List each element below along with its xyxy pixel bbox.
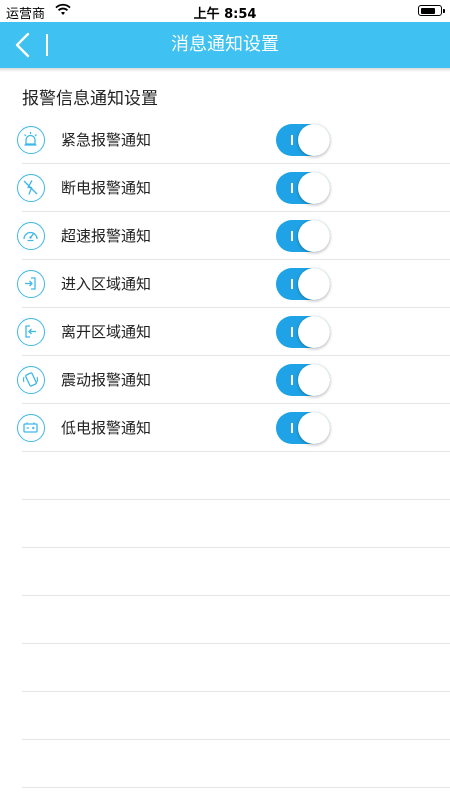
divider <box>0 596 450 644</box>
low-battery-alarm-toggle[interactable] <box>276 412 330 444</box>
list-item-power-off-alarm: 断电报警通知 <box>0 164 450 212</box>
nav-shadow <box>0 68 450 72</box>
list-item-enter-area: 进入区域通知 <box>0 260 450 308</box>
list-item-label: 紧急报警通知 <box>61 131 152 149</box>
list-item-overspeed-alarm: 超速报警通知 <box>0 212 450 260</box>
list-item-low-battery-alarm: 低电报警通知 <box>0 404 450 452</box>
vibration-icon <box>17 366 45 394</box>
list-item-exit-area: 离开区域通知 <box>0 308 450 356</box>
vibration-alarm-toggle[interactable] <box>276 364 330 396</box>
section-title: 报警信息通知设置 <box>22 89 158 109</box>
list-item-label: 超速报警通知 <box>61 227 152 245</box>
empty-rows <box>0 452 450 788</box>
emergency-alarm-toggle[interactable] <box>276 124 330 156</box>
divider <box>0 452 450 500</box>
divider <box>0 692 450 740</box>
enter-area-toggle[interactable] <box>276 268 330 300</box>
overspeed-alarm-toggle[interactable] <box>276 220 330 252</box>
list-item-vibration-alarm: 震动报警通知 <box>0 356 450 404</box>
divider <box>0 740 450 788</box>
nav-bar: 消息通知设置 <box>0 22 450 68</box>
page-title: 消息通知设置 <box>171 34 279 55</box>
list-item-label: 低电报警通知 <box>61 419 152 437</box>
enter-area-icon <box>17 270 45 298</box>
power-off-icon <box>17 174 45 202</box>
low-battery-icon <box>17 414 45 442</box>
list-item-emergency-alarm: 紧急报警通知 <box>0 116 450 164</box>
exit-area-toggle[interactable] <box>276 316 330 348</box>
list-item-label: 离开区域通知 <box>61 323 152 341</box>
list-item-label: 进入区域通知 <box>61 275 152 293</box>
list-item-label: 震动报警通知 <box>61 371 152 389</box>
speedometer-icon <box>17 222 45 250</box>
divider <box>0 500 450 548</box>
notification-list: 紧急报警通知 断电报警通知 超速报警通知 进入区域通知 离开区域通知 震动报警通… <box>0 116 450 452</box>
exit-area-icon <box>17 318 45 346</box>
battery-icon <box>418 5 445 16</box>
clock: 上午 8:54 <box>193 7 257 22</box>
power-off-alarm-toggle[interactable] <box>276 172 330 204</box>
divider <box>0 644 450 692</box>
status-bar: 运营商 上午 8:54 <box>0 0 450 22</box>
list-item-label: 断电报警通知 <box>61 179 152 197</box>
alarm-light-icon <box>17 126 45 154</box>
divider <box>0 548 450 596</box>
